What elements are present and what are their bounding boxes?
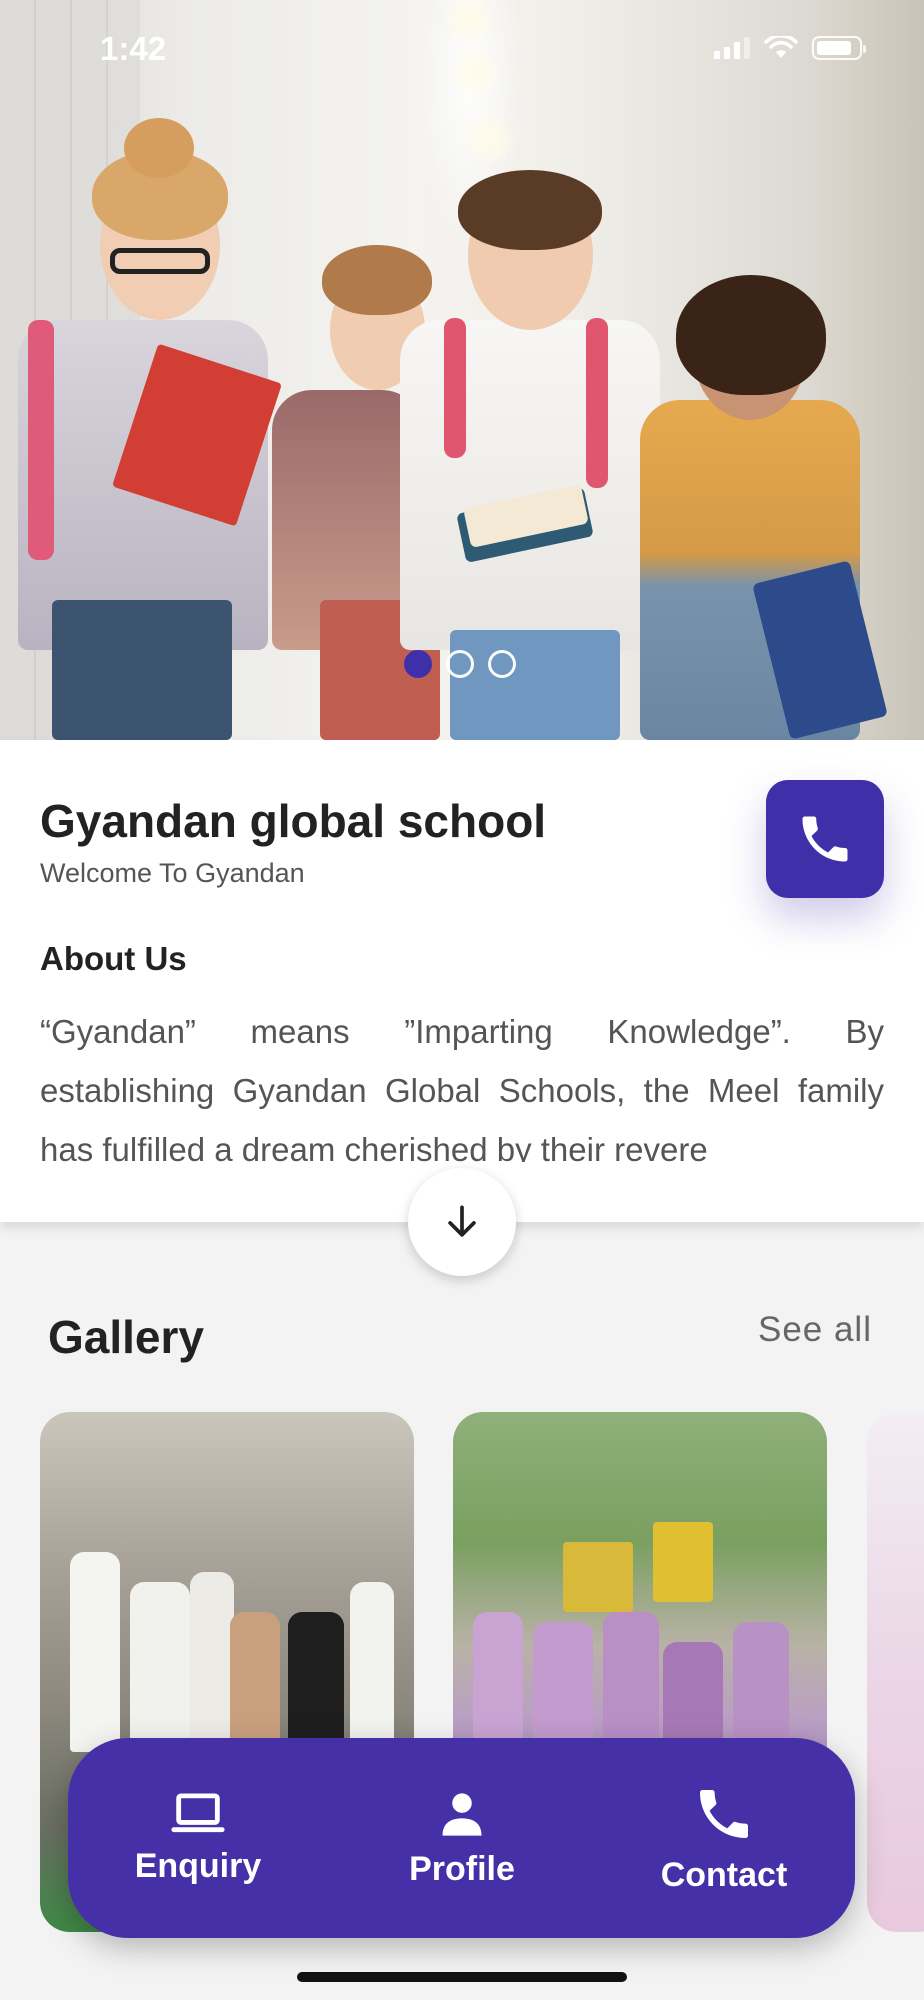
gallery-image[interactable] [867,1412,924,1932]
home-indicator [297,1972,627,1982]
nav-contact[interactable]: Contact [624,1738,824,1938]
nav-enquiry[interactable]: Enquiry [98,1738,298,1938]
nav-contact-label: Contact [660,1855,788,1894]
school-tagline: Welcome To Gyandan [40,858,305,888]
ceiling-light [446,0,492,42]
wifi-icon [764,36,798,58]
school-info-card: Gyandan global school Welcome To Gyandan… [0,740,924,1276]
arrow-down-icon [448,1205,476,1237]
carousel-indicator [404,650,516,678]
person-icon [442,1792,482,1836]
phone-icon [700,1789,748,1838]
carousel-dot-active[interactable] [404,650,432,678]
school-name: Gyandan global school [40,795,547,847]
status-icons [714,36,866,60]
about-text: “Gyandan” means ”Imparting Knowledge”. B… [40,1013,884,1162]
signal-icon [714,37,750,59]
nav-profile-label: Profile [409,1849,515,1888]
ceiling-light [452,50,498,96]
nav-enquiry-label: Enquiry [134,1846,262,1885]
laptop-icon [171,1792,225,1832]
hero-carousel[interactable]: 1:42 [0,0,924,740]
bottom-navigation: Enquiry Profile Contact [68,1738,855,1938]
phone-icon [802,816,848,862]
nav-profile[interactable]: Profile [362,1738,562,1938]
status-time: 1:42 [100,30,167,67]
carousel-dot[interactable] [488,650,516,678]
gallery-heading: Gallery [48,1311,204,1363]
see-all-link[interactable]: See all [758,1310,872,1350]
battery-icon [812,36,866,60]
about-heading: About Us [40,940,187,977]
call-button[interactable] [766,780,884,898]
carousel-dot[interactable] [446,650,474,678]
ceiling-light [466,116,512,162]
expand-about-button[interactable] [408,1168,516,1276]
